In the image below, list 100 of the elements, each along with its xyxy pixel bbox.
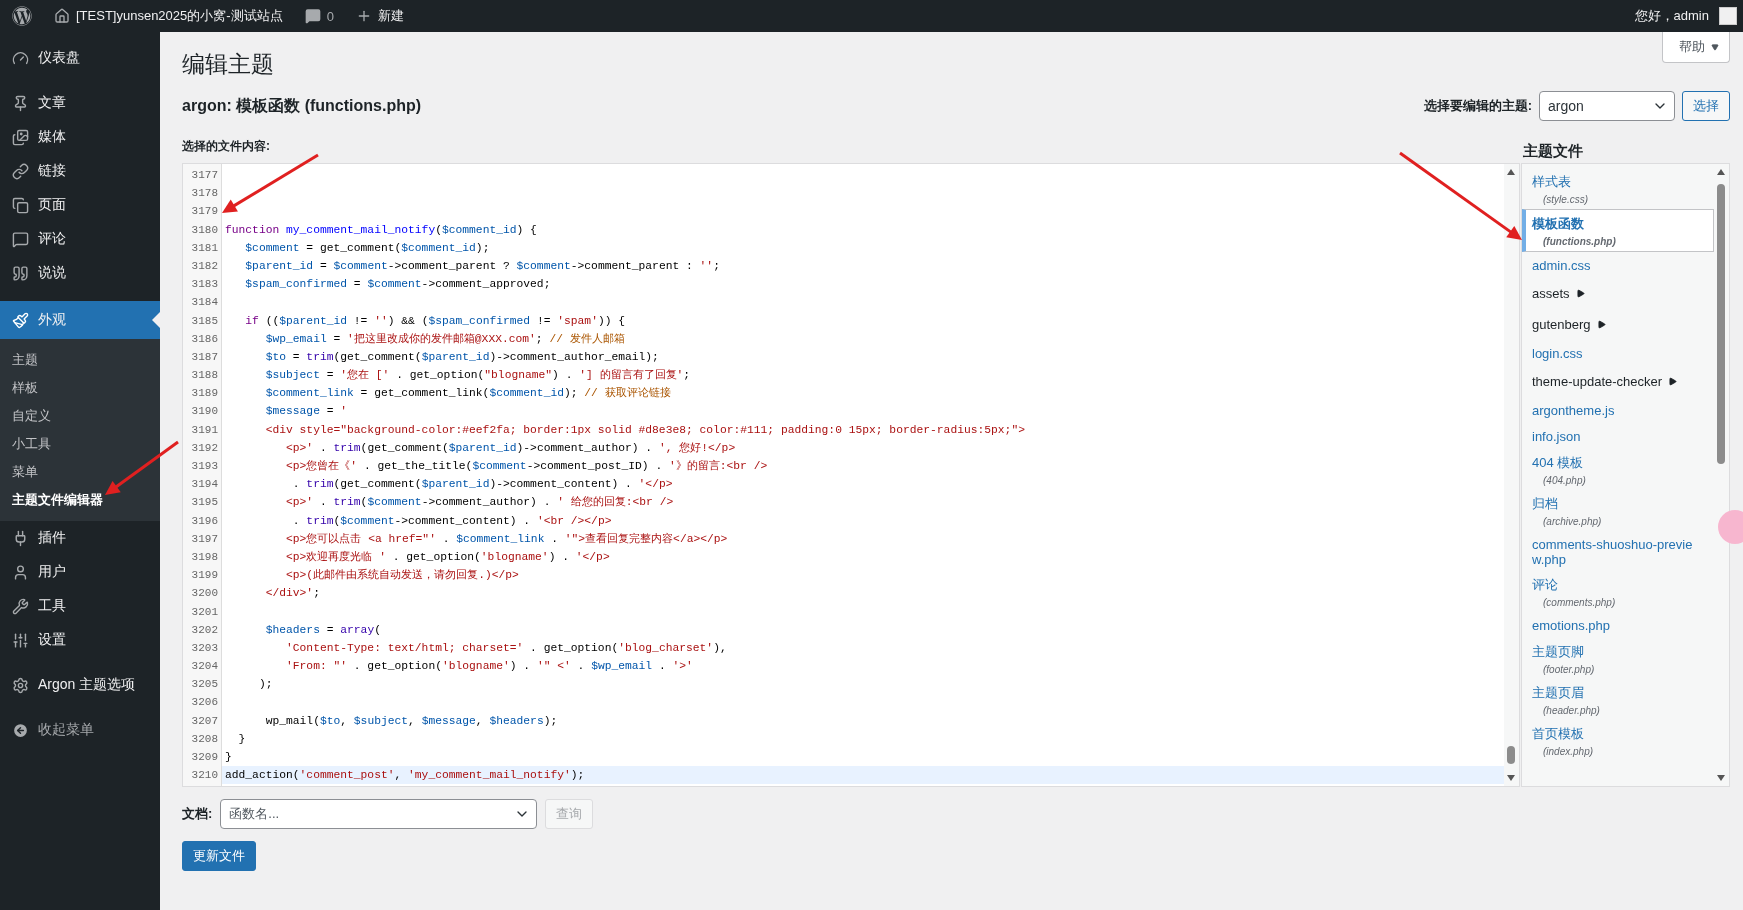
- file-link[interactable]: 404 模板: [1532, 454, 1584, 472]
- code-line: function my_comment_mail_notify($comment_id) {: [224, 222, 538, 238]
- line-number: 3204: [190, 659, 219, 675]
- comment-icon[interactable]: [304, 8, 321, 24]
- file-link[interactable]: 评论: [1532, 576, 1558, 594]
- code-line: <p>您曾在《' . get_the_title($comment->comment_post_ID) . '》的留言:<br />: [285, 459, 769, 474]
- code-line: }: [237, 731, 247, 747]
- line-number: 3201: [190, 604, 219, 620]
- file-link[interactable]: argontheme.js: [1532, 403, 1615, 418]
- menu-icon: [11, 676, 29, 694]
- code-line: <p>' . trim($comment->comment_author) . ' 给您的回复:<br />: [285, 495, 675, 511]
- menu-icon: [11, 162, 29, 180]
- greeting-link[interactable]: 您好，admin: [1634, 7, 1709, 25]
- line-number: 3177: [190, 168, 219, 183]
- menu-item[interactable]: 仪表盘: [0, 41, 160, 75]
- menu-item[interactable]: 外观: [0, 301, 160, 339]
- line-number: 3199: [190, 568, 219, 584]
- folder-item[interactable]: theme-update-checker: [1532, 370, 1678, 393]
- submenu-item[interactable]: 主题文件编辑器: [0, 486, 160, 514]
- menu-icon: [11, 196, 29, 214]
- line-number: 3187: [190, 349, 219, 365]
- menu-item[interactable]: Argon 主题选项: [0, 668, 160, 702]
- expand-icon: [1575, 289, 1585, 298]
- line-number: 3203: [190, 640, 219, 656]
- line-number: 3210: [190, 768, 219, 784]
- menu-item[interactable]: 文章: [0, 86, 160, 120]
- menu-item[interactable]: 用户: [0, 555, 160, 589]
- theme-select[interactable]: argon: [1539, 91, 1675, 121]
- function-select[interactable]: 函数名...: [220, 799, 538, 829]
- line-number: 3182: [190, 258, 219, 274]
- collapse-icon: [11, 721, 29, 739]
- file-name: (header.php): [1542, 704, 1601, 716]
- code-line: $parent_id = $comment->comment_parent ? $comment->comment_parent : '';: [244, 258, 721, 274]
- submenu-item[interactable]: 自定义: [0, 402, 160, 430]
- line-number: 3209: [190, 750, 219, 765]
- wordpress-logo-icon[interactable]: [12, 6, 32, 26]
- folder-item[interactable]: gutenberg: [1532, 313, 1606, 336]
- file-name: (archive.php): [1542, 515, 1603, 527]
- caret-icon: [1711, 43, 1719, 51]
- help-tab[interactable]: 帮助: [1662, 32, 1730, 63]
- menu-icon: [11, 597, 29, 615]
- line-number: 3205: [190, 677, 219, 693]
- line-number: 3194: [190, 477, 219, 493]
- line-number: 3207: [190, 713, 219, 729]
- file-link[interactable]: emotions.php: [1532, 618, 1611, 633]
- file-link[interactable]: login.css: [1532, 346, 1583, 361]
- line-number: 3193: [190, 459, 219, 474]
- code-line: <p>欢迎再度光临 ' . get_option('blogname') . '</p>: [285, 549, 611, 565]
- select-button[interactable]: 选择: [1682, 91, 1730, 121]
- line-number: 3196: [190, 513, 219, 529]
- code-line: . trim($comment->comment_content) . '<br /></p>: [291, 513, 613, 529]
- collapse-menu-button[interactable]: 收起菜单: [0, 713, 160, 747]
- scrollbar[interactable]: [1504, 164, 1519, 786]
- file-link[interactable]: info.json: [1532, 429, 1581, 444]
- code-line: <p>(此邮件由系统自动发送，请勿回复.)</p>: [285, 568, 520, 584]
- file-link[interactable]: admin.css: [1532, 258, 1591, 273]
- folder-item[interactable]: assets: [1532, 282, 1585, 305]
- code-line: $comment = get_comment($comment_id);: [244, 240, 491, 256]
- home-icon[interactable]: [54, 8, 70, 24]
- menu-item[interactable]: 设置: [0, 623, 160, 657]
- menu-item[interactable]: 链接: [0, 154, 160, 188]
- file-link[interactable]: 主题页脚: [1532, 643, 1584, 661]
- file-link[interactable]: 主题页眉: [1532, 684, 1584, 702]
- update-file-button[interactable]: 更新文件: [182, 841, 256, 871]
- file-link[interactable]: 归档: [1532, 495, 1558, 513]
- file-link[interactable]: comments-shuoshuo-preview.php: [1532, 537, 1704, 567]
- line-number: 3181: [190, 240, 219, 256]
- line-number: 3198: [190, 549, 219, 565]
- line-number: 3208: [190, 731, 219, 747]
- expand-icon: [1668, 377, 1678, 386]
- code-line: </div>';: [264, 586, 321, 602]
- line-number: 3178: [190, 186, 219, 202]
- content-label: 选择的文件内容:: [182, 138, 270, 155]
- code-line: }: [224, 750, 233, 765]
- menu-item[interactable]: 工具: [0, 589, 160, 623]
- submenu-item[interactable]: 主题: [0, 346, 160, 374]
- line-number: 3192: [190, 440, 219, 456]
- menu-icon: [11, 631, 29, 649]
- menu-icon: [11, 230, 29, 248]
- menu-item[interactable]: 评论: [0, 222, 160, 256]
- line-number: 3191: [190, 422, 219, 438]
- expand-icon: [1596, 320, 1606, 329]
- file-link[interactable]: 模板函数: [1532, 215, 1584, 233]
- submenu-item[interactable]: 菜单: [0, 458, 160, 486]
- submenu-item[interactable]: 小工具: [0, 430, 160, 458]
- file-name: (footer.php): [1542, 663, 1596, 675]
- file-link[interactable]: 首页模板: [1532, 725, 1584, 743]
- menu-item[interactable]: 插件: [0, 521, 160, 555]
- theme-select-label: 选择要编辑的主题:: [1423, 97, 1532, 115]
- file-name: (style.css): [1542, 193, 1589, 205]
- menu-item[interactable]: 页面: [0, 188, 160, 222]
- file-link[interactable]: 样式表: [1532, 173, 1571, 191]
- new-link[interactable]: 新建: [377, 7, 404, 25]
- line-number: 3197: [190, 531, 219, 547]
- submenu-item[interactable]: 样板: [0, 374, 160, 402]
- menu-item[interactable]: 媒体: [0, 120, 160, 154]
- site-title-link[interactable]: [TEST]yunsen2025的小窝-测试站点: [76, 7, 283, 25]
- code-editor[interactable]: [182, 163, 1520, 787]
- menu-item[interactable]: 说说: [0, 256, 160, 290]
- code-line: );: [257, 677, 274, 693]
